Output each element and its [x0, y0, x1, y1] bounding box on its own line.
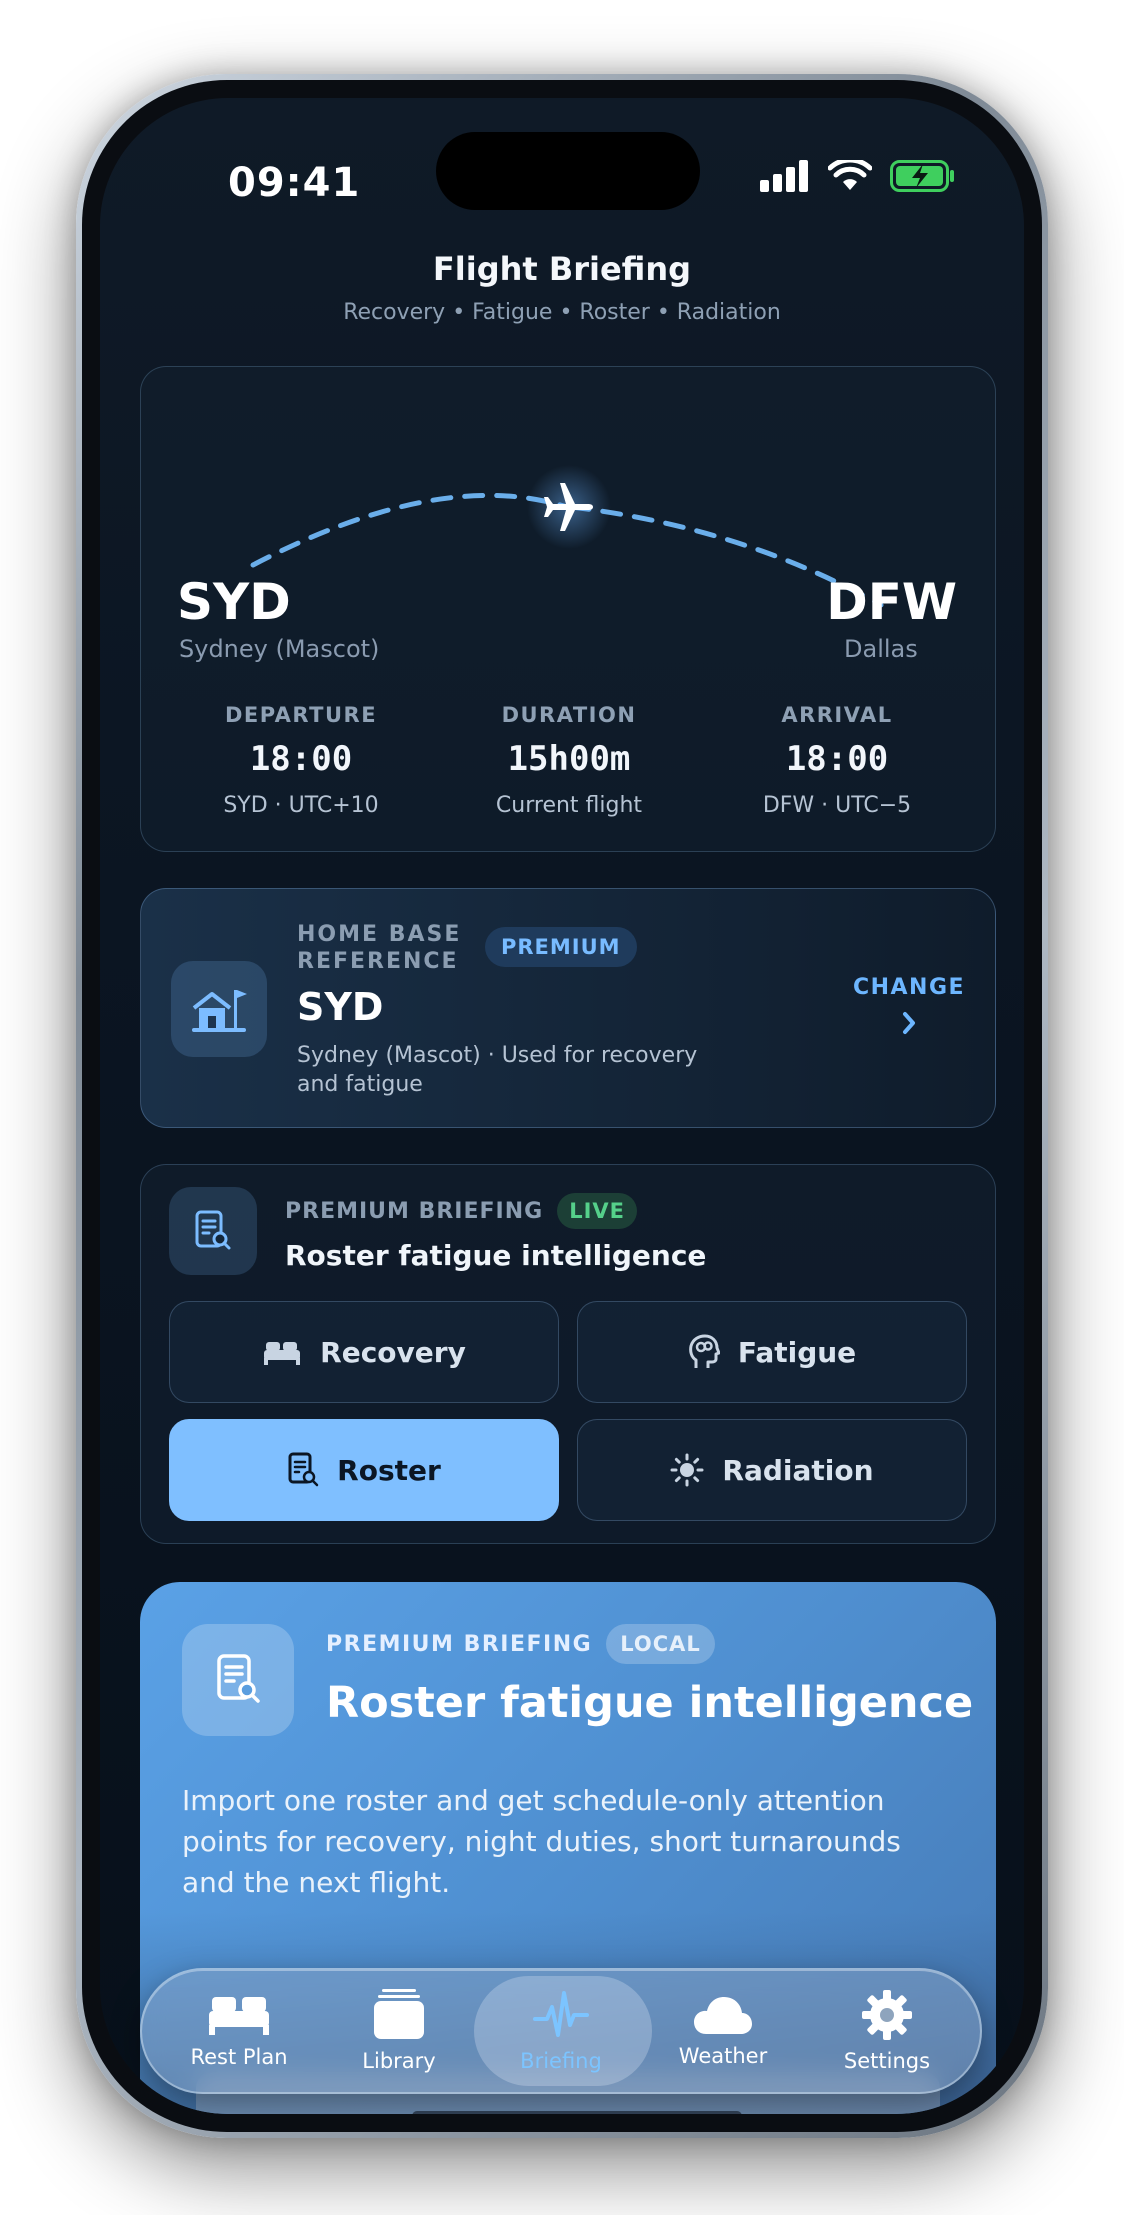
premium-badge: PREMIUM [485, 927, 637, 967]
home-base-description: Sydney (Mascot) · Used for recovery and … [297, 1041, 697, 1099]
briefing-icon-box [182, 1624, 294, 1736]
airplane-icon [544, 483, 593, 531]
home-base-code: SYD [297, 985, 384, 1029]
status-icons [760, 156, 956, 196]
stack-icon [374, 1989, 424, 2039]
segment-recovery-label: Recovery [320, 1335, 466, 1369]
tab-weather-label: Weather [678, 2044, 768, 2068]
home-base-description-line2: and fatigue [297, 1072, 423, 1097]
briefing-body-line2: points for recovery, night duties, short… [182, 1825, 901, 1858]
local-badge: LOCAL [606, 1624, 715, 1664]
tab-library-label: Library [362, 2049, 436, 2073]
cloud-icon [694, 1997, 752, 2034]
arrival-detail: DFW · UTC−5 [762, 793, 912, 818]
dynamic-island [436, 132, 700, 210]
tab-rest-plan[interactable]: Rest Plan [158, 1970, 320, 2092]
briefing-body-line1: Import one roster and get schedule-only … [182, 1784, 885, 1817]
waveform-icon [533, 1991, 589, 2037]
selector-kicker-row: PREMIUM BRIEFING LIVE [285, 1193, 637, 1229]
destination-code: DFW [826, 573, 957, 631]
signal-icon [760, 160, 808, 192]
wifi-icon [828, 160, 872, 190]
home-indicator[interactable] [412, 2111, 742, 2114]
arrival-label: ARRIVAL [781, 703, 893, 727]
segment-fatigue-label: Fatigue [737, 1335, 857, 1369]
departure-block: DEPARTURE 18:00 SYD · UTC+10 [171, 703, 431, 818]
home-base-kicker-line2: REFERENCE [297, 949, 459, 974]
status-time: 09:41 [228, 160, 361, 206]
origin-code: SYD [177, 573, 291, 631]
duration-block: DURATION 15h00m Current flight [439, 703, 699, 818]
device-frame: 09:41 Flight Briefing Recovery • Fatigue… [76, 74, 1048, 2138]
briefing-title: Roster fatigue intelligence [326, 1678, 974, 1728]
roster-document-icon [288, 1452, 319, 1487]
departure-detail: SYD · UTC+10 [223, 793, 379, 818]
home-base-description-line1: Sydney (Mascot) · Used for recovery [297, 1043, 698, 1068]
bed-icon [209, 1997, 269, 2035]
app-screen: 09:41 Flight Briefing Recovery • Fatigue… [100, 98, 1024, 2114]
selector-title: Roster fatigue intelligence [285, 1239, 707, 1272]
segment-recovery[interactable]: Recovery [169, 1301, 559, 1403]
sun-icon [670, 1453, 704, 1487]
roster-document-icon [217, 1654, 260, 1703]
tab-bar: Rest Plan Library Briefing Weather Setti… [140, 1968, 982, 2094]
duration-detail: Current flight [495, 793, 643, 818]
tab-library[interactable]: Library [318, 1970, 480, 2092]
departure-label: DEPARTURE [224, 703, 378, 727]
briefing-kicker-row: PREMIUM BRIEFING LOCAL [326, 1624, 715, 1664]
tab-weather[interactable]: Weather [642, 1970, 804, 2092]
page-title: Flight Briefing [432, 250, 692, 288]
briefing-body: Import one roster and get schedule-only … [182, 1780, 942, 1903]
tab-briefing[interactable]: Briefing [480, 1970, 642, 2092]
roster-document-icon [195, 1210, 231, 1250]
home-base-card[interactable]: HOME BASE REFERENCE PREMIUM SYD Sydney (… [140, 888, 996, 1128]
route-card: SYD Sydney (Mascot) DFW Dallas DEPARTURE… [140, 366, 996, 852]
chevron-right-icon [903, 1012, 915, 1034]
origin-city: Sydney (Mascot) [179, 635, 380, 663]
departure-time: 18:00 [249, 739, 353, 779]
home-base-icon-box [171, 961, 267, 1057]
roster-icon-box [169, 1187, 257, 1275]
arrival-time: 18:00 [785, 739, 889, 779]
segment-radiation[interactable]: Radiation [577, 1419, 967, 1521]
segment-fatigue[interactable]: Fatigue [577, 1301, 967, 1403]
page-subtitle: Recovery • Fatigue • Roster • Radiation [343, 300, 781, 325]
live-badge: LIVE [557, 1193, 637, 1229]
tab-settings[interactable]: Settings [806, 1970, 968, 2092]
device-bezel: 09:41 Flight Briefing Recovery • Fatigue… [82, 80, 1042, 2132]
selector-kicker: PREMIUM BRIEFING [285, 1198, 544, 1224]
duration-value: 15h00m [507, 739, 631, 779]
change-label: CHANGE [852, 975, 966, 1000]
destination-city: Dallas [844, 635, 918, 663]
gear-icon [862, 1990, 912, 2040]
bed-icon [264, 1342, 301, 1365]
change-home-base-button[interactable]: CHANGE [849, 975, 969, 1042]
house-flag-icon [192, 990, 247, 1032]
segment-roster[interactable]: Roster [169, 1419, 559, 1521]
segment-roster-label: Roster [337, 1453, 441, 1487]
tab-briefing-label: Briefing [520, 2049, 602, 2073]
battery-charging-icon [890, 160, 954, 192]
home-base-kicker-line1: HOME BASE [297, 922, 462, 947]
tab-rest-plan-label: Rest Plan [190, 2045, 288, 2069]
briefing-body-line3: and the next flight. [182, 1866, 451, 1899]
segment-radiation-label: Radiation [722, 1453, 874, 1487]
tab-settings-label: Settings [843, 2049, 931, 2073]
home-base-kicker: HOME BASE REFERENCE [297, 921, 461, 975]
briefing-kicker: PREMIUM BRIEFING [326, 1631, 593, 1657]
duration-label: DURATION [501, 703, 637, 727]
arrival-block: ARRIVAL 18:00 DFW · UTC−5 [707, 703, 967, 818]
briefing-selector-card: PREMIUM BRIEFING LIVE Roster fatigue int… [140, 1164, 996, 1544]
head-brain-icon [688, 1334, 720, 1368]
